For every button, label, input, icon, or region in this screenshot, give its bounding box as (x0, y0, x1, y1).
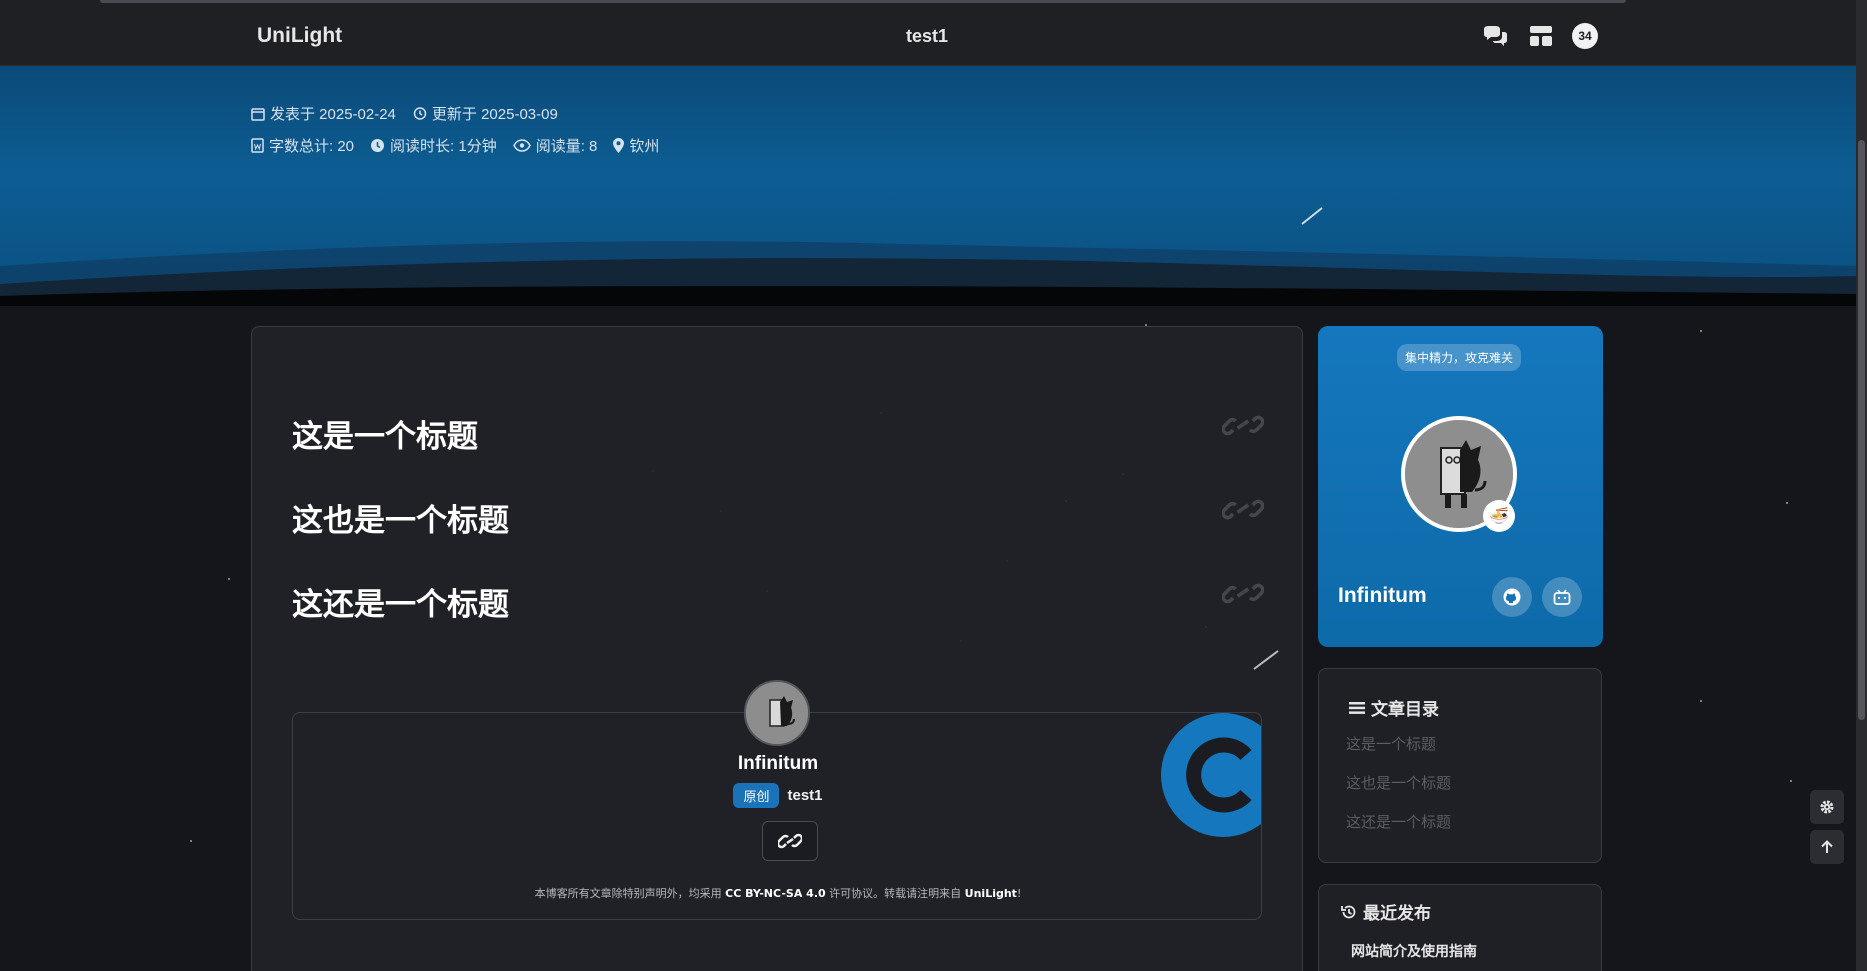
profile-motto: 集中精力，攻克难关 (1397, 344, 1522, 371)
updated-text: 更新于 2025-03-09 (431, 106, 558, 123)
page-title: test1 (906, 26, 949, 46)
toc-item[interactable]: 这是一个标题 (1346, 733, 1436, 754)
updated-date: 更新于 2025-03-09 (412, 103, 558, 124)
read-time: 阅读时长: 1分钟 (370, 135, 497, 156)
recent-heading: 最近发布 (1341, 899, 1431, 924)
hero-banner (0, 66, 1856, 306)
toc-card: 文章目录 这是一个标题 这也是一个标题 这还是一个标题 (1318, 668, 1602, 863)
post-meta-row-2: 字数总计: 20 阅读时长: 1分钟 阅读量: 8 钦州 (251, 135, 659, 156)
notification-count: 34 (1572, 23, 1598, 49)
author-avatar (744, 680, 810, 746)
view-count: 阅读量: 8 (512, 135, 598, 156)
article-heading-2: 这也是一个标题 (292, 503, 509, 539)
license-site-link[interactable]: UniLight (965, 887, 1017, 900)
back-to-top-button[interactable] (1810, 830, 1844, 864)
site-brand[interactable]: UniLight (257, 24, 342, 48)
history-icon (413, 107, 427, 120)
word-count-text: 字数总计: 20 (269, 138, 355, 155)
article-heading-1: 这是一个标题 (292, 419, 478, 455)
license-suffix: ! (1016, 887, 1022, 900)
settings-button[interactable] (1810, 790, 1844, 824)
recent-title: 最近发布 (1363, 904, 1431, 924)
view-count-text: 阅读量: 8 (535, 138, 598, 155)
article-heading-3: 这还是一个标题 (292, 587, 509, 623)
top-navbar: UniLight test1 34 (0, 0, 1856, 66)
recent-posts-card: 最近发布 网站简介及使用指南 (1318, 884, 1602, 971)
post-meta-row-1: 发表于 2025-02-24 更新于 2025-03-09 (251, 103, 558, 124)
map-pin-icon (613, 138, 625, 153)
license-text: 本博客所有文章除特别声明外，均采用 CC BY-NC-SA 4.0 许可协议。转… (293, 885, 1261, 901)
creative-commons-icon (1161, 713, 1261, 837)
word-count: 字数总计: 20 (251, 135, 354, 156)
history-icon (1341, 905, 1356, 918)
shooting-star (1301, 207, 1323, 225)
heading-anchor-link-icon[interactable] (1222, 495, 1264, 525)
file-word-icon (251, 138, 264, 153)
recent-post-link[interactable]: 网站简介及使用指南 (1351, 941, 1477, 961)
layout-icon[interactable] (1528, 24, 1554, 48)
page-scrollbar[interactable] (1856, 0, 1867, 971)
copyright-tag-row: 原创 test1 (293, 783, 1261, 808)
shooting-star (1253, 650, 1279, 670)
bilibili-button[interactable] (1542, 577, 1582, 617)
github-button[interactable] (1492, 577, 1532, 617)
location-text: 钦州 (629, 138, 660, 155)
published-text: 发表于 2025-02-24 (270, 106, 396, 123)
bilibili-icon (1553, 589, 1571, 605)
heading-anchor-link-icon[interactable] (1222, 411, 1264, 441)
license-prefix: 本博客所有文章除特别声明外，均采用 (534, 887, 726, 900)
clock-icon (371, 139, 385, 152)
notification-badge[interactable]: 34 (1572, 23, 1598, 49)
published-date: 发表于 2025-02-24 (251, 103, 396, 124)
eye-icon (512, 139, 531, 152)
toc-item[interactable]: 这还是一个标题 (1346, 811, 1451, 832)
profile-name: Infinitum (1338, 584, 1427, 607)
hero-wave-decoration (0, 241, 1856, 306)
toc-title: 文章目录 (1371, 700, 1439, 720)
scrollbar-thumb[interactable] (1858, 140, 1865, 720)
original-badge: 原创 (733, 783, 780, 808)
list-icon (1349, 701, 1365, 714)
read-time-text: 阅读时长: 1分钟 (390, 138, 497, 155)
profile-card: 集中精力，攻克难关 🍜 Infinitum (1318, 326, 1603, 647)
toc-item[interactable]: 这也是一个标题 (1346, 772, 1451, 793)
arrow-up-icon (1821, 840, 1833, 853)
copy-link-button[interactable] (762, 821, 818, 861)
location: 钦州 (613, 135, 659, 156)
link-icon (778, 833, 802, 849)
github-icon (1503, 588, 1521, 606)
article-card: 这是一个标题 这也是一个标题 这还是一个标题 Infinitum 原创 test… (251, 326, 1303, 971)
chat-icon[interactable] (1482, 24, 1508, 48)
browser-edge (100, 0, 1626, 3)
copyright-author: Infinitum (737, 753, 819, 774)
license-mid: 许可协议。转载请注明来自 (825, 887, 965, 900)
heading-anchor-link-icon[interactable] (1222, 579, 1264, 609)
gear-icon (1820, 800, 1834, 814)
license-link[interactable]: CC BY-NC-SA 4.0 (725, 887, 826, 900)
profile-status-emoji[interactable]: 🍜 (1483, 500, 1515, 532)
toc-heading: 文章目录 (1349, 695, 1439, 720)
copyright-post-title: test1 (787, 787, 823, 804)
calendar-icon (251, 107, 265, 121)
